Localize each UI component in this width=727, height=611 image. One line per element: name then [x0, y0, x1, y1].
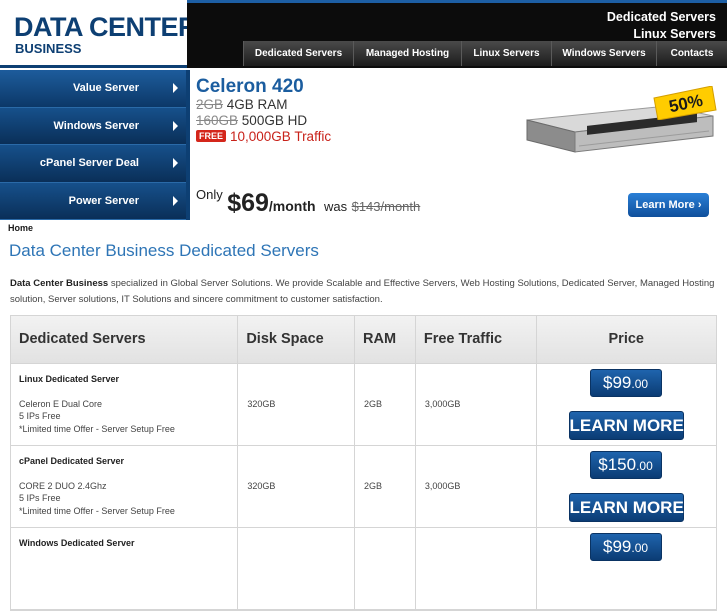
learn-more-label: Learn More	[635, 199, 695, 211]
intro-text: Data Center Business specialized in Glob…	[10, 276, 718, 308]
banner-title: Celeron 420	[196, 76, 304, 97]
old-price: $143/month	[351, 199, 421, 214]
nav-managed-hosting[interactable]: Managed Hosting	[353, 41, 461, 66]
arrow-right-icon	[173, 120, 178, 131]
price-amount: $99	[602, 373, 632, 392]
price-amount: $99	[602, 537, 632, 556]
table-row: Windows Dedicated Server $99.00	[11, 528, 716, 610]
new-ram: 4GB RAM	[226, 97, 288, 112]
site-header: DATA CENTER BUSINESS Dedicated Servers L…	[0, 0, 727, 68]
brand-name: Data Center Business	[10, 278, 109, 289]
learn-more-button[interactable]: LEARN MORE	[568, 411, 684, 440]
price-amount: $150	[598, 455, 637, 474]
price-cents: .00	[631, 377, 649, 391]
banner-traffic: FREE 10,000GB Traffic	[196, 129, 331, 144]
ram-value: 2GB	[364, 399, 383, 409]
servers-table: Dedicated Servers Disk Space RAM Free Tr…	[10, 315, 717, 611]
ram-value: 2GB	[364, 481, 383, 491]
learn-more-button[interactable]: LEARN MORE	[568, 493, 684, 522]
page-title: Data Center Business Dedicated Servers	[9, 241, 319, 260]
arrow-right-icon	[173, 195, 178, 206]
sidebar-item-cpanel-server-deal[interactable]: cPanel Server Deal	[0, 145, 186, 183]
new-hd: 500GB HD	[241, 113, 308, 128]
sidebar-item-label: cPanel Server Deal	[39, 157, 139, 169]
sidebar-item-label: Power Server	[68, 194, 139, 207]
main-nav: Dedicated Servers Managed Hosting Linux …	[243, 41, 727, 66]
price-button[interactable]: $150.00	[589, 451, 662, 479]
breadcrumb[interactable]: Home	[8, 223, 33, 233]
table-header: Dedicated Servers Disk Space RAM Free Tr…	[11, 316, 716, 364]
table-row: Linux Dedicated Server Celeron E Dual Co…	[11, 364, 716, 446]
col-price: Price	[608, 331, 644, 347]
arrow-right-icon	[173, 83, 178, 93]
product-cpu: CORE 2 DUO 2.4Ghz	[19, 481, 107, 491]
chevron-right-icon: ›	[697, 199, 702, 211]
traffic-value: 3,000GB	[424, 481, 461, 491]
banner-ram: 2GB 4GB RAM	[196, 97, 288, 112]
col-dedicated-servers: Dedicated Servers	[11, 316, 239, 363]
learn-more-button[interactable]: Learn More ›	[628, 193, 709, 217]
banner-hd: 160GB 500GB HD	[196, 113, 307, 128]
disk-space-value: 320GB	[247, 399, 276, 409]
sidebar-menu: Value Server Windows Server cPanel Serve…	[0, 70, 186, 220]
discount-badge: 50%	[653, 86, 717, 120]
price-button[interactable]: $99.00	[589, 533, 662, 561]
product-ips: 5 IPs Free	[19, 493, 61, 503]
product-ips: 5 IPs Free	[19, 411, 61, 421]
old-hd: 160GB	[196, 113, 239, 128]
price-period: /month	[268, 198, 316, 214]
sidebar-item-value-server[interactable]: Value Server	[0, 70, 186, 108]
traffic-text: 10,000GB Traffic	[230, 129, 332, 144]
sidebar-item-power-server[interactable]: Power Server	[0, 182, 186, 220]
col-free-traffic: Free Traffic	[416, 316, 537, 363]
product-name: Linux Dedicated Server	[19, 374, 120, 384]
logo[interactable]: DATA CENTER BUSINESS	[0, 0, 198, 68]
sidebar-item-label: Windows Server	[53, 119, 139, 132]
logo-title: DATA CENTER	[14, 12, 198, 42]
intro-body: specialized in Global Server Solutions. …	[10, 278, 715, 305]
product-offer: *Limited time Offer - Server Setup Free	[19, 506, 175, 516]
product-name: Windows Dedicated Server	[19, 538, 135, 548]
sidebar-item-label: Value Server	[72, 82, 139, 94]
only-label: Only	[196, 187, 223, 202]
logo-subtitle: BUSINESS	[15, 41, 82, 56]
price-cents: .00	[631, 541, 649, 555]
traffic-value: 3,000GB	[424, 399, 461, 409]
was-label: was	[324, 199, 348, 214]
product-name: cPanel Dedicated Server	[19, 456, 125, 466]
header-link-dedicated[interactable]: Dedicated Servers	[607, 9, 716, 26]
price-value: $69	[227, 189, 269, 217]
nav-dedicated-servers[interactable]: Dedicated Servers	[243, 41, 353, 66]
sidebar-item-windows-server[interactable]: Windows Server	[0, 107, 186, 145]
col-ram: RAM	[355, 316, 416, 363]
table-row: cPanel Dedicated Server CORE 2 DUO 2.4Gh…	[11, 446, 716, 528]
free-badge: FREE	[196, 130, 227, 142]
nav-contacts[interactable]: Contacts	[656, 41, 727, 66]
price-cents: .00	[636, 459, 653, 473]
old-ram: 2GB	[196, 97, 224, 112]
promo-banner: Celeron 420 2GB 4GB RAM 160GB 500GB HD F…	[186, 70, 727, 220]
product-cpu: Celeron E Dual Core	[19, 399, 103, 409]
arrow-right-icon	[173, 158, 178, 168]
nav-windows-servers[interactable]: Windows Servers	[551, 41, 656, 66]
banner-price: Only $69/month was $143/month	[196, 187, 420, 218]
price-button[interactable]: $99.00	[589, 369, 662, 397]
disk-space-value: 320GB	[247, 481, 276, 491]
col-disk-space: Disk Space	[238, 316, 355, 363]
product-offer: *Limited time Offer - Server Setup Free	[19, 424, 175, 434]
nav-linux-servers[interactable]: Linux Servers	[461, 41, 551, 66]
